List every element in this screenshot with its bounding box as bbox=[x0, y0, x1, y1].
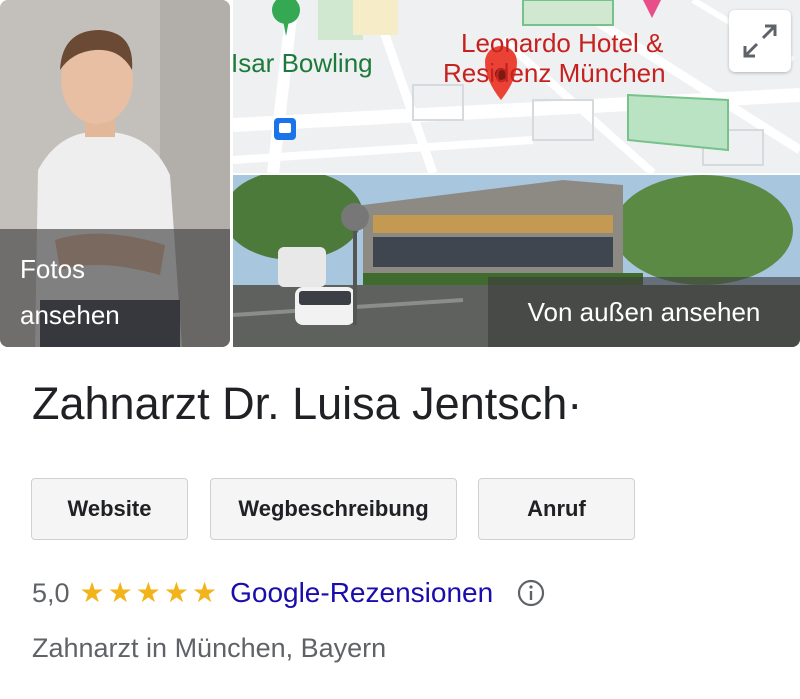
expand-icon bbox=[743, 24, 777, 58]
star-icon: ★ bbox=[191, 577, 218, 608]
map-label-hotel-line2: Residenz München bbox=[443, 58, 666, 88]
map-canvas: Isar Bowling Leonardo Hotel & Residenz M… bbox=[233, 0, 800, 173]
info-icon[interactable] bbox=[517, 579, 545, 607]
rating-score: 5,0 bbox=[32, 577, 70, 608]
google-reviews-link[interactable]: Google-Rezensionen bbox=[230, 577, 493, 609]
business-category: Zahnarzt in München, Bayern bbox=[32, 633, 387, 663]
media-gallery: Fotos ansehen Isar Bowling Leonardo Hote… bbox=[0, 0, 800, 348]
business-name: Zahnarzt Dr. Luisa Jentsch· bbox=[32, 378, 583, 429]
star-icon: ★ bbox=[163, 577, 189, 608]
rating-row: 5,0 ★ ★ ★ ★ ★ Google-Rezensionen bbox=[32, 573, 545, 613]
map-label-bowling: Isar Bowling bbox=[233, 48, 373, 78]
map-label-hotel-line1: Leonardo Hotel & bbox=[461, 28, 663, 58]
street-view-tile[interactable]: Von außen ansehen bbox=[233, 175, 800, 347]
map-tile[interactable]: Isar Bowling Leonardo Hotel & Residenz M… bbox=[233, 0, 800, 173]
photos-label-line2: ansehen bbox=[20, 300, 120, 330]
website-button[interactable]: Website bbox=[31, 478, 188, 540]
street-view-label[interactable]: Von außen ansehen bbox=[488, 277, 800, 347]
star-icon: ★ bbox=[79, 577, 105, 608]
photos-tile[interactable]: Fotos ansehen bbox=[0, 0, 230, 347]
directions-button[interactable]: Wegbeschreibung bbox=[210, 478, 457, 540]
star-icon: ★ bbox=[107, 577, 133, 608]
map-expand-button[interactable] bbox=[729, 10, 791, 72]
photos-label-line1: Fotos bbox=[20, 254, 86, 284]
call-button[interactable]: Anruf bbox=[478, 478, 635, 540]
star-rating: ★ ★ ★ ★ ★ bbox=[80, 579, 221, 607]
photos-label[interactable]: Fotos ansehen bbox=[20, 246, 120, 338]
star-icon: ★ bbox=[135, 577, 161, 608]
